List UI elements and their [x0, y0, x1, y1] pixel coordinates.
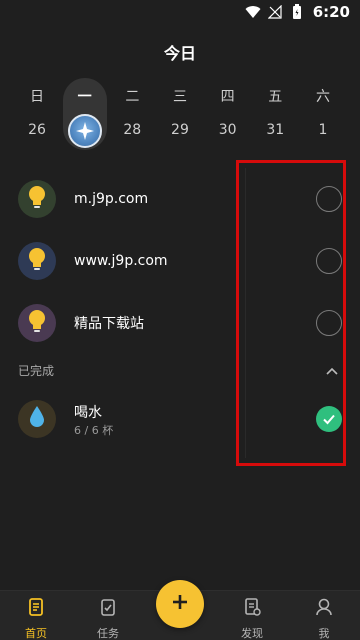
discover-icon [242, 597, 262, 621]
profile-icon [314, 597, 334, 621]
day-thursday[interactable]: 四 30 [206, 78, 250, 150]
nav-label: 首页 [25, 627, 47, 640]
day-friday[interactable]: 五 31 [253, 78, 297, 150]
task-label: 精品下载站 [74, 316, 144, 332]
chevron-up-icon[interactable] [324, 364, 340, 380]
task-checkbox[interactable] [316, 310, 342, 336]
day-number: 29 [171, 122, 189, 138]
day-number: 30 [218, 122, 237, 138]
task-label: m.j9p.com [74, 191, 149, 207]
day-wednesday[interactable]: 三 29 [158, 78, 202, 150]
task-progress-text: 6 / 6 杯 [74, 424, 114, 437]
task-item[interactable]: www.j9p.com [0, 232, 360, 290]
no-signal-icon [267, 4, 283, 20]
lightbulb-icon [26, 246, 48, 276]
day-number: 31 [266, 122, 285, 138]
day-name: 一 [77, 89, 92, 105]
day-name: 日 [30, 89, 44, 105]
day-name: 五 [268, 89, 283, 105]
task-item[interactable]: 精品下载站 [0, 294, 360, 352]
nav-item-home[interactable]: 首页 [6, 597, 66, 640]
task-label: www.j9p.com [74, 253, 168, 269]
home-doc-icon [26, 597, 46, 621]
completed-label: 已完成 [18, 364, 55, 378]
completed-section-header[interactable]: 已完成 [0, 360, 360, 382]
compass-badge-icon [67, 114, 102, 148]
nav-label: 发现 [241, 627, 263, 640]
lightbulb-icon [26, 184, 48, 214]
task-avatar [18, 180, 56, 218]
water-drop-icon [28, 405, 46, 433]
highlight-divider [245, 168, 246, 458]
task-checkbox[interactable] [316, 186, 342, 212]
task-checkbox[interactable] [316, 248, 342, 274]
nav-label: 任务 [97, 627, 119, 640]
day-sunday[interactable]: 日 26 [15, 78, 59, 150]
day-name: 二 [125, 89, 140, 105]
nav-item-discover[interactable]: 发现 [222, 597, 282, 640]
day-monday-selected[interactable]: 一 [62, 78, 107, 150]
nav-item-tasks[interactable]: 任务 [78, 597, 138, 640]
add-task-button[interactable] [156, 580, 204, 628]
day-name: 四 [220, 89, 235, 105]
battery-icon [289, 4, 305, 20]
task-avatar [18, 400, 56, 438]
task-check-icon [98, 597, 118, 621]
task-done-checkbox[interactable] [316, 406, 342, 432]
status-time: 6:20 [312, 3, 350, 21]
day-number: 28 [123, 122, 142, 138]
day-name: 六 [315, 89, 330, 105]
day-number: 26 [28, 122, 46, 138]
day-number: 1 [318, 122, 328, 138]
task-label: 喝水 [74, 405, 102, 421]
lightbulb-icon [26, 308, 48, 338]
task-avatar [18, 242, 56, 280]
week-strip: 日 26 一 二 28 三 29 四 30 五 31 六 1 [15, 78, 345, 150]
page-title: 今日 [163, 44, 196, 63]
task-item[interactable]: m.j9p.com [0, 170, 360, 228]
day-saturday[interactable]: 六 1 [301, 78, 345, 150]
day-name: 三 [172, 89, 187, 105]
nav-item-me[interactable]: 我 [294, 597, 354, 640]
status-bar: 6:20 [0, 0, 360, 24]
completed-task-item[interactable]: 喝水 6 / 6 杯 [0, 392, 360, 446]
nav-label: 我 [318, 627, 330, 640]
wifi-icon [245, 4, 261, 20]
plus-icon [170, 592, 190, 616]
task-avatar [18, 304, 56, 342]
day-tuesday[interactable]: 二 28 [110, 78, 154, 150]
